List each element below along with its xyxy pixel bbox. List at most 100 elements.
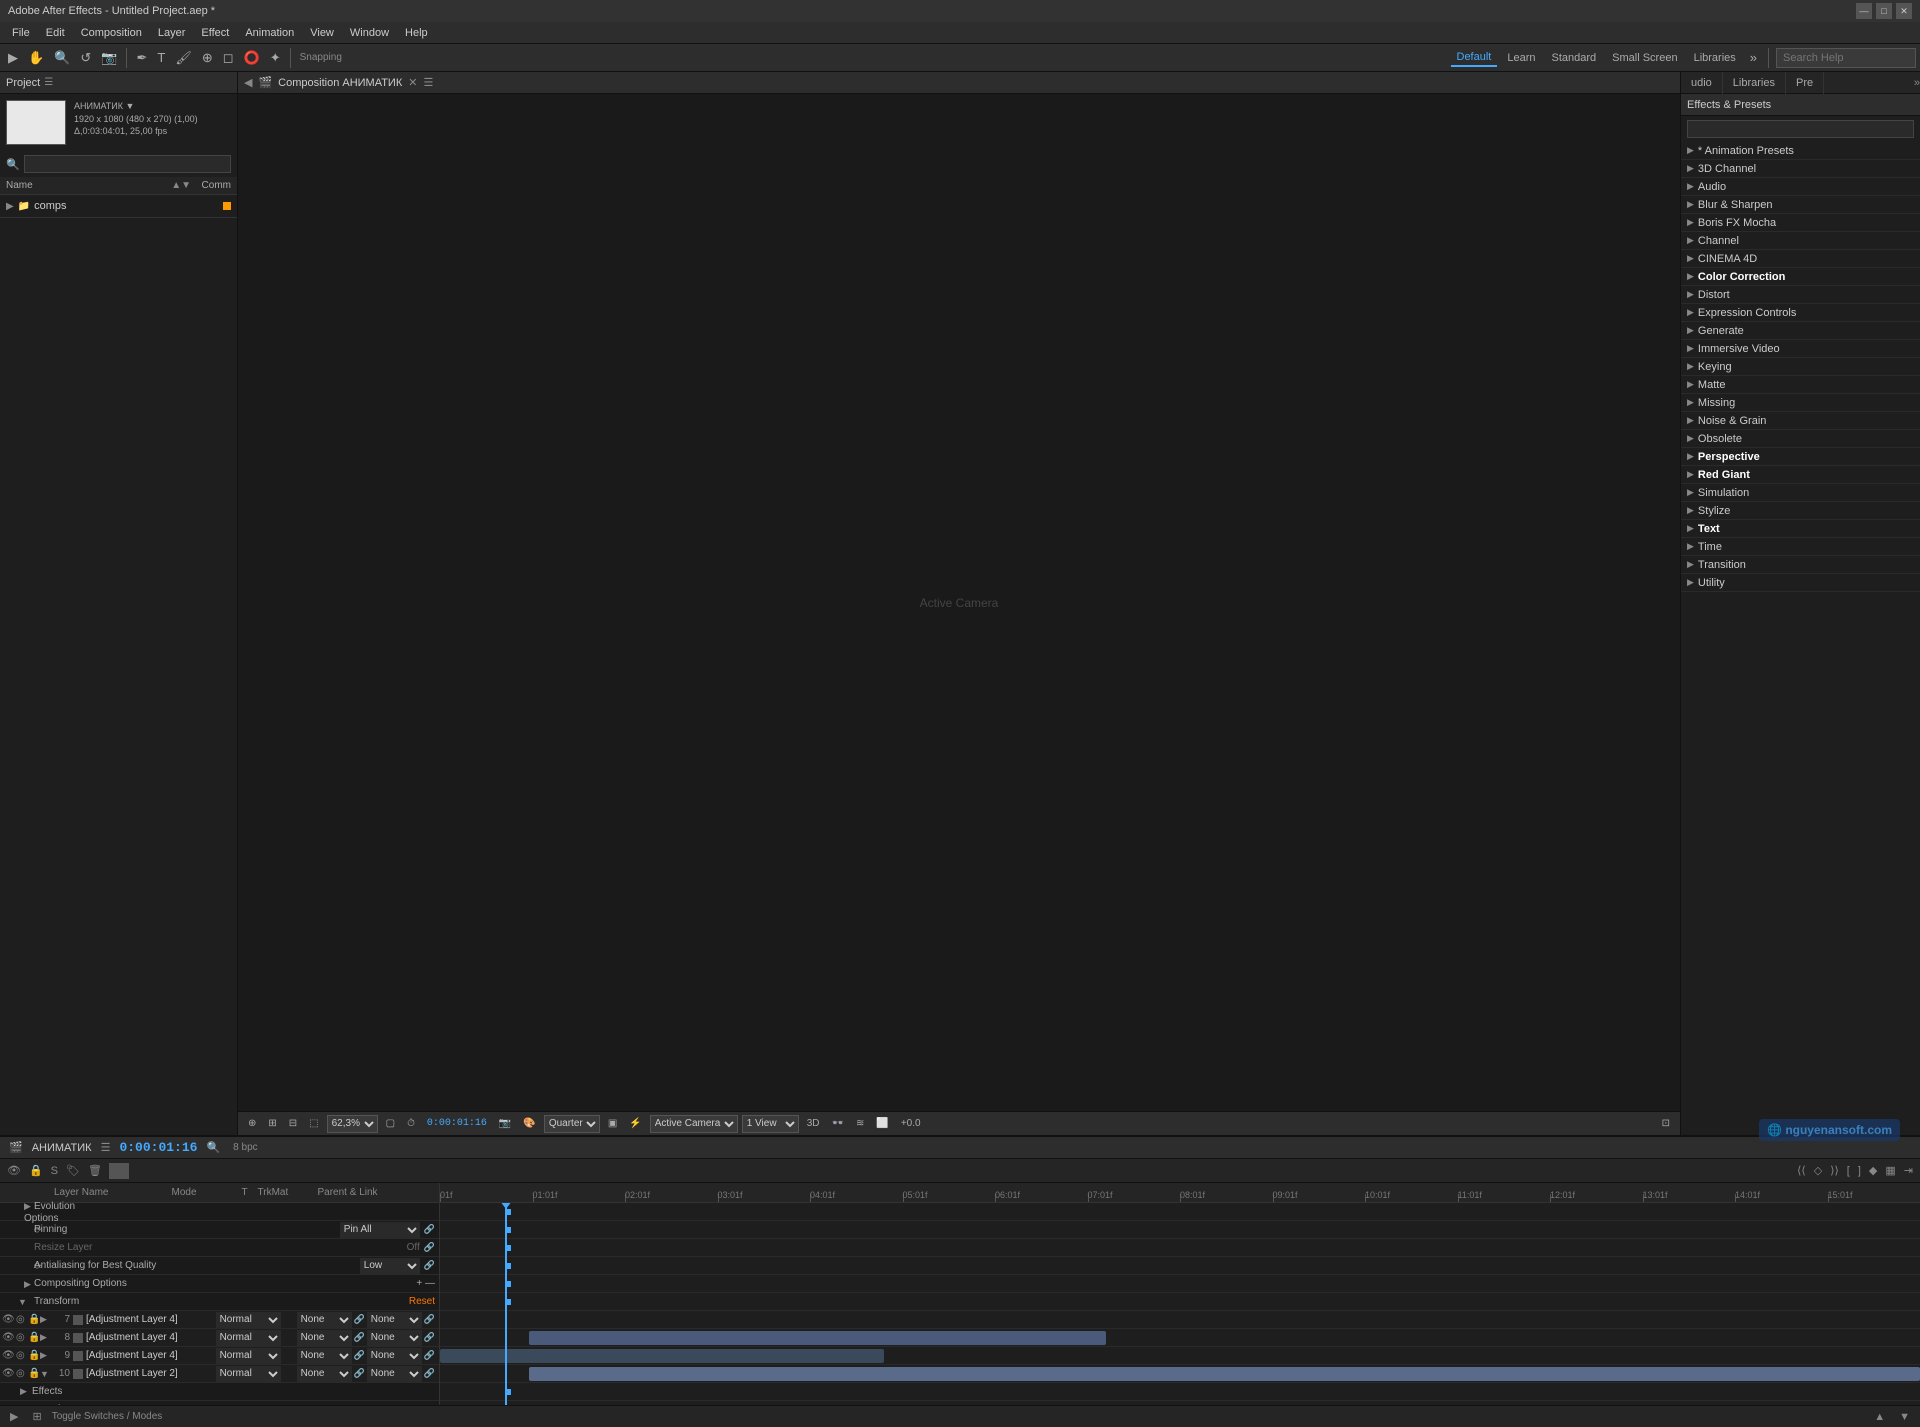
panel-collapse[interactable]: » (1914, 77, 1920, 89)
tl-comp-icon[interactable]: 🎬 (6, 1140, 26, 1155)
effect-cat-time[interactable]: ▶Time (1681, 538, 1920, 556)
layer-7-expand[interactable]: ▶ (40, 1314, 52, 1325)
menu-edit[interactable]: Edit (38, 25, 73, 41)
workspace-small-screen[interactable]: Small Screen (1606, 50, 1683, 66)
tl-keyframe-nav[interactable]: ◇ (1811, 1163, 1825, 1178)
comp-prev-btn[interactable]: ◀ (244, 76, 252, 89)
menu-view[interactable]: View (302, 25, 342, 41)
tool-camera[interactable]: 📷 (97, 47, 121, 69)
effect-cat-3d-channel[interactable]: ▶3D Channel (1681, 160, 1920, 178)
workspace-learn[interactable]: Learn (1501, 50, 1541, 66)
effect-cat-generate[interactable]: ▶Generate (1681, 322, 1920, 340)
effect-cat-noise---grain[interactable]: ▶Noise & Grain (1681, 412, 1920, 430)
tl-comp-menu[interactable]: ☰ (98, 1140, 114, 1155)
pin-select[interactable]: Pin All (340, 1222, 420, 1238)
viewer-motion-btn[interactable]: ≋ (852, 1117, 868, 1130)
tool-select[interactable]: ▶ (4, 47, 22, 69)
proj-item-comps[interactable]: ▶ 📁 comps (0, 197, 237, 215)
effect-cat-simulation[interactable]: ▶Simulation (1681, 484, 1920, 502)
effect-cat-keying[interactable]: ▶Keying (1681, 358, 1920, 376)
viewer-color-btn[interactable]: 🎨 (519, 1117, 539, 1130)
quality-select[interactable]: Low High (360, 1258, 420, 1274)
layer-10-trkmat[interactable]: None (297, 1366, 352, 1382)
layer-10-mode[interactable]: Normal (216, 1366, 281, 1382)
menu-layer[interactable]: Layer (150, 25, 194, 41)
viewer-time-btn[interactable]: ⏱ (403, 1117, 419, 1130)
effect-cat-distort[interactable]: ▶Distort (1681, 286, 1920, 304)
tl-label-toggle[interactable]: 🏷 (63, 1163, 83, 1178)
layer-10-lock[interactable]: 🔒 (28, 1368, 40, 1379)
tool-rotate[interactable]: ↺ (76, 47, 95, 69)
maximize-button[interactable]: □ (1876, 3, 1892, 19)
tl-search-btn[interactable]: 🔍 (203, 1140, 223, 1155)
effect-cat---animation-presets[interactable]: ▶* Animation Presets (1681, 142, 1920, 160)
tool-hand[interactable]: ✋ (24, 47, 48, 69)
layer-7-parent[interactable]: None (367, 1312, 422, 1328)
effect-cat-audio[interactable]: ▶Audio (1681, 178, 1920, 196)
tool-paint[interactable]: 🖌 (171, 47, 196, 69)
workspace-libraries[interactable]: Libraries (1688, 50, 1742, 66)
menu-help[interactable]: Help (397, 25, 436, 41)
effect-cat-obsolete[interactable]: ▶Obsolete (1681, 430, 1920, 448)
layer-10-solo[interactable]: ◎ (16, 1368, 28, 1379)
tab-preview[interactable]: Pre (1786, 72, 1824, 94)
tl-inpoint[interactable]: [ (1844, 1164, 1853, 1178)
tl-trash[interactable]: 🗑 (85, 1163, 105, 1178)
viewer-render-btn[interactable]: ⬜ (872, 1117, 892, 1130)
layer-10-vis[interactable]: 👁 (2, 1368, 16, 1379)
minimize-button[interactable]: — (1856, 3, 1872, 19)
tl-outpoint[interactable]: ] (1855, 1164, 1864, 1178)
effect-cat-utility[interactable]: ▶Utility (1681, 574, 1920, 592)
tl-frame-back[interactable]: ⟨⟨ (1794, 1163, 1809, 1178)
tool-roto[interactable]: ⭕ (240, 47, 264, 69)
layer-expand-all[interactable]: ▶ (6, 1409, 22, 1424)
effect-cat-missing[interactable]: ▶Missing (1681, 394, 1920, 412)
viewer-3d-btn[interactable]: 3D (803, 1117, 824, 1130)
viewer-toggle-btn[interactable]: ▣ (604, 1117, 621, 1130)
sort-name-desc[interactable]: ▼ (181, 180, 191, 191)
effects-search-input[interactable] (1687, 120, 1914, 138)
menu-composition[interactable]: Composition (73, 25, 150, 41)
track-bar-8[interactable] (529, 1331, 1106, 1345)
transform2-expand[interactable]: ▼ (20, 1405, 32, 1406)
tl-lock-toggle[interactable]: 🔒 (26, 1163, 46, 1178)
viewer-fast-btn[interactable]: ⚡ (625, 1117, 645, 1130)
viewer-snap-btn[interactable]: 📷 (495, 1117, 515, 1130)
effect-cat-blur---sharpen[interactable]: ▶Blur & Sharpen (1681, 196, 1920, 214)
layer-7-lock[interactable]: 🔒 (28, 1314, 40, 1325)
tab-audio[interactable]: udio (1681, 72, 1723, 94)
effect-cat-perspective[interactable]: ▶Perspective (1681, 448, 1920, 466)
menu-effect[interactable]: Effect (193, 25, 237, 41)
layer-7-mode[interactable]: Normal (216, 1312, 281, 1328)
viewer-glass-btn[interactable]: 👓 (828, 1117, 848, 1130)
track-bar-10[interactable] (529, 1367, 1920, 1381)
tl-expand[interactable]: ▦ (1882, 1163, 1898, 1178)
layer-8-vis[interactable]: 👁 (2, 1332, 16, 1343)
project-search-input[interactable] (24, 155, 231, 173)
layer-9-expand[interactable]: ▶ (40, 1350, 52, 1361)
layer-9-trkmat[interactable]: None (297, 1348, 352, 1364)
tl-solo-toggle[interactable]: S (48, 1164, 61, 1178)
comp-close-btn[interactable]: ✕ (408, 76, 417, 89)
layer-8-lock[interactable]: 🔒 (28, 1332, 40, 1343)
tl-frame-fwd[interactable]: ⟩⟩ (1827, 1163, 1842, 1178)
tl-marker[interactable]: ◆ (1866, 1163, 1880, 1178)
layer-7-vis[interactable]: 👁 (2, 1314, 16, 1325)
effects-expand[interactable]: ▶ (20, 1386, 32, 1397)
workspace-standard[interactable]: Standard (1546, 50, 1603, 66)
layer-9-parent[interactable]: None (367, 1348, 422, 1364)
bottom-down-btn[interactable]: ▼ (1895, 1410, 1914, 1424)
tool-text[interactable]: T (153, 47, 169, 69)
layer-8-parent[interactable]: None (367, 1330, 422, 1346)
viewer-mask-btn[interactable]: ⬚ (305, 1117, 322, 1130)
tab-libraries[interactable]: Libraries (1723, 72, 1786, 94)
layer-9-vis[interactable]: 👁 (2, 1350, 16, 1361)
layer-10-parent[interactable]: None (367, 1366, 422, 1382)
effect-cat-expression-controls[interactable]: ▶Expression Controls (1681, 304, 1920, 322)
layer-8-mode[interactable]: Normal (216, 1330, 281, 1346)
effect-cat-transition[interactable]: ▶Transition (1681, 556, 1920, 574)
prop-transform1-reset[interactable]: Reset (409, 1296, 435, 1307)
effect-cat-stylize[interactable]: ▶Stylize (1681, 502, 1920, 520)
workspace-default[interactable]: Default (1451, 49, 1498, 67)
menu-window[interactable]: Window (342, 25, 397, 41)
